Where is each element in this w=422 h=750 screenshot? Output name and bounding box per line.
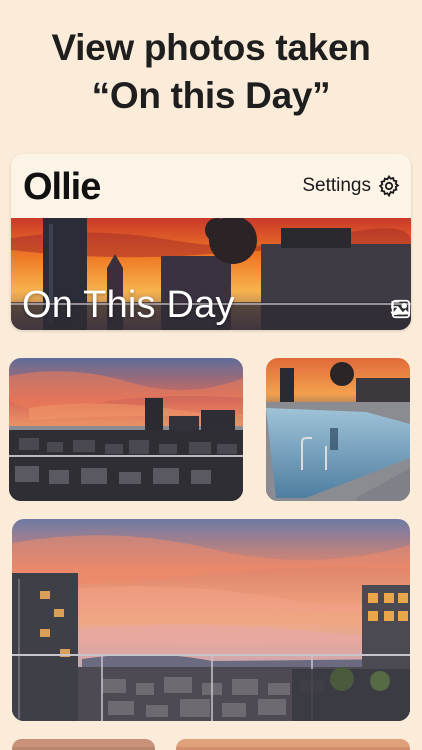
gear-icon	[378, 174, 400, 198]
app-bar: Ollie Settings	[11, 154, 411, 218]
headline: View photos taken “On this Day”	[0, 24, 422, 120]
banner-title: On This Day	[22, 284, 235, 326]
on-this-day-banner[interactable]: On This Day 5	[11, 218, 411, 330]
city-sunset-panorama-photo[interactable]	[12, 519, 410, 721]
rooftop-pool-photo[interactable]	[266, 358, 410, 501]
settings-button[interactable]: Settings	[302, 174, 401, 198]
bottom-right-photo[interactable]	[176, 739, 410, 750]
headline-line-1: View photos taken	[51, 27, 371, 68]
app-card: Ollie Settings On This Day 5	[11, 154, 411, 330]
settings-label: Settings	[302, 175, 371, 196]
bottom-left-photo[interactable]	[12, 739, 155, 750]
sunset-skyline-photo[interactable]	[9, 358, 243, 501]
photo-icon	[391, 299, 411, 319]
app-logo: Ollie	[23, 166, 101, 208]
headline-line-2: “On this Day”	[91, 75, 331, 116]
photo-count-badge: 5	[390, 298, 411, 321]
